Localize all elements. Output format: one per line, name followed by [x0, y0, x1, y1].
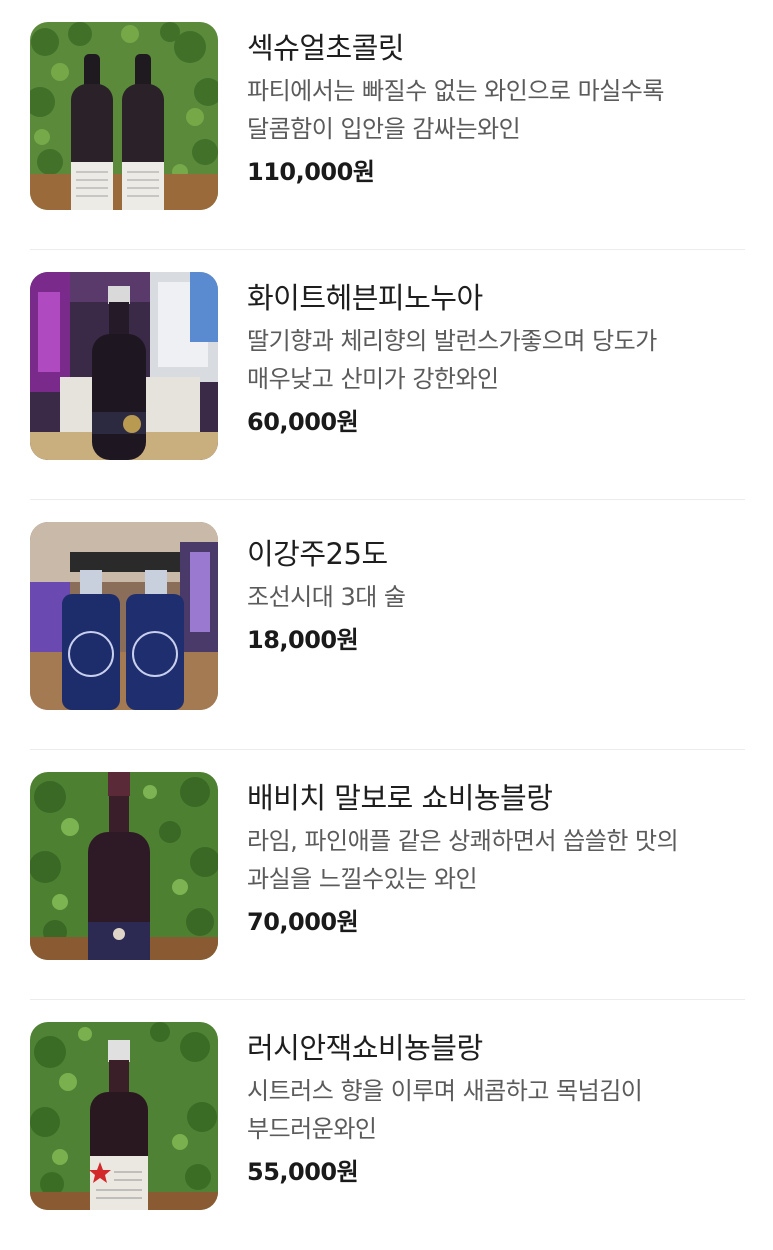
item-info: 러시안잭쇼비뇽블랑 시트러스 향을 이루며 새콤하고 목넘김이 부드러운와인 5…	[247, 1026, 747, 1190]
two-red-wine-bottles-photo	[30, 22, 218, 210]
item-price: 110,000원	[247, 158, 375, 186]
item-info: 화이트헤븐피노누아 딸기향과 체리향의 발런스가좋으며 당도가 매우낮고 산미가…	[247, 276, 747, 440]
product-image[interactable]	[30, 522, 218, 710]
product-image[interactable]	[30, 1022, 218, 1210]
item-price: 55,000원	[247, 1158, 359, 1186]
product-image[interactable]	[30, 272, 218, 460]
menu-item[interactable]: 화이트헤븐피노누아 딸기향과 체리향의 발런스가좋으며 당도가 매우낮고 산미가…	[0, 250, 773, 500]
item-name: 이강주25도	[247, 537, 388, 571]
russian-jack-wine-bottle-photo	[30, 1022, 218, 1210]
product-image[interactable]	[30, 22, 218, 210]
item-price: 70,000원	[247, 908, 359, 936]
item-name: 러시안잭쇼비뇽블랑	[247, 1031, 483, 1065]
menu-item[interactable]: 이강주25도 조선시대 3대 술 18,000원	[0, 500, 773, 750]
babich-wine-bottle-photo	[30, 772, 218, 960]
item-info: 배비치 말보로 쇼비뇽블랑 라임, 파인애플 같은 상쾌하면서 씁쓸한 맛의 과…	[247, 776, 747, 940]
product-image[interactable]	[30, 772, 218, 960]
menu-item[interactable]: 배비치 말보로 쇼비뇽블랑 라임, 파인애플 같은 상쾌하면서 씁쓸한 맛의 과…	[0, 750, 773, 1000]
menu-item[interactable]: 러시안잭쇼비뇽블랑 시트러스 향을 이루며 새콤하고 목넘김이 부드러운와인 5…	[0, 1000, 773, 1250]
item-price: 60,000원	[247, 408, 359, 436]
item-name: 화이트헤븐피노누아	[247, 281, 483, 315]
item-info: 이강주25도 조선시대 3대 술 18,000원	[247, 532, 747, 658]
two-blue-liquor-bottles-photo	[30, 522, 218, 710]
menu-list: 섹슈얼초콜릿 파티에서는 빠질수 없는 와인으로 마실수록 달콤함이 입안을 감…	[0, 0, 773, 1222]
item-description: 딸기향과 체리향의 발런스가좋으며 당도가 매우낮고 산미가 강한와인	[247, 327, 657, 393]
item-info: 섹슈얼초콜릿 파티에서는 빠질수 없는 와인으로 마실수록 달콤함이 입안을 감…	[247, 26, 747, 190]
item-description: 시트러스 향을 이루며 새콤하고 목넘김이 부드러운와인	[247, 1077, 643, 1143]
menu-item[interactable]: 섹슈얼초콜릿 파티에서는 빠질수 없는 와인으로 마실수록 달콤함이 입안을 감…	[0, 0, 773, 250]
item-description: 파티에서는 빠질수 없는 와인으로 마실수록 달콤함이 입안을 감싸는와인	[247, 77, 664, 143]
item-price: 18,000원	[247, 626, 359, 654]
pinot-noir-bottle-photo	[30, 272, 218, 460]
item-name: 배비치 말보로 쇼비뇽블랑	[247, 781, 553, 815]
item-description: 라임, 파인애플 같은 상쾌하면서 씁쓸한 맛의 과실을 느낄수있는 와인	[247, 827, 679, 893]
item-description: 조선시대 3대 술	[247, 583, 406, 611]
item-name: 섹슈얼초콜릿	[247, 31, 405, 65]
